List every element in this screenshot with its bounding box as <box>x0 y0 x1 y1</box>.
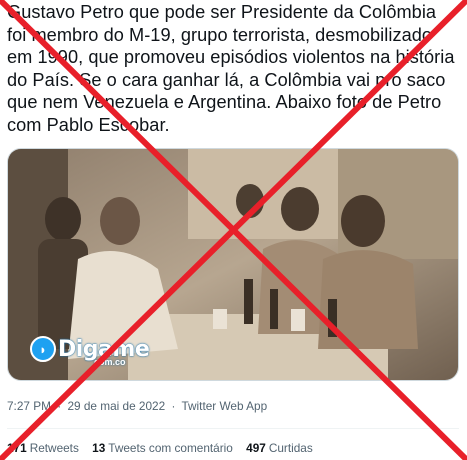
tweet-text-line: foi membro do M-19, grupo terrorista, de… <box>7 24 433 45</box>
tweet-metadata: 7:27 PM · 29 de mai de 2022 · Twitter We… <box>7 399 267 413</box>
tweet-text-line: que nem Venezuela e Argentina. Abaixo fo… <box>7 92 442 113</box>
tweet-text-line: em 1990, que promoveu episódios violento… <box>7 47 455 68</box>
quote-tweets-stat[interactable]: 13 Tweets com comentário <box>92 441 233 455</box>
logo-bubble-icon: ◗ <box>30 336 56 362</box>
tweet-time[interactable]: 7:27 PM <box>7 399 51 413</box>
retweets-stat[interactable]: 171 Retweets <box>7 441 79 455</box>
logo-sub: com.co <box>94 357 126 367</box>
tweet-stats: 171 Retweets 13 Tweets com comentário 497 C… <box>7 441 323 455</box>
likes-stat[interactable]: 497 Curtidas <box>246 441 313 455</box>
meta-separator: · <box>171 399 176 413</box>
photo-watermark-logo: ◗ Digame com.co <box>30 333 150 367</box>
tweet-text-line: com Pablo Escobar. <box>7 114 170 135</box>
tweet-source[interactable]: Twitter Web App <box>181 399 267 413</box>
tweet-date[interactable]: 29 de mai de 2022 <box>67 399 165 413</box>
tweet-text-line: Gustavo Petro que pode ser Presidente da… <box>7 2 437 22</box>
tweet-text-line: do País. Se o cara ganhar lá, a Colômbia… <box>7 69 446 90</box>
tweet-text: Gustavo Petro que pode ser Presidente da… <box>7 1 459 137</box>
stats-divider <box>7 428 459 429</box>
meta-separator: · <box>57 399 62 413</box>
